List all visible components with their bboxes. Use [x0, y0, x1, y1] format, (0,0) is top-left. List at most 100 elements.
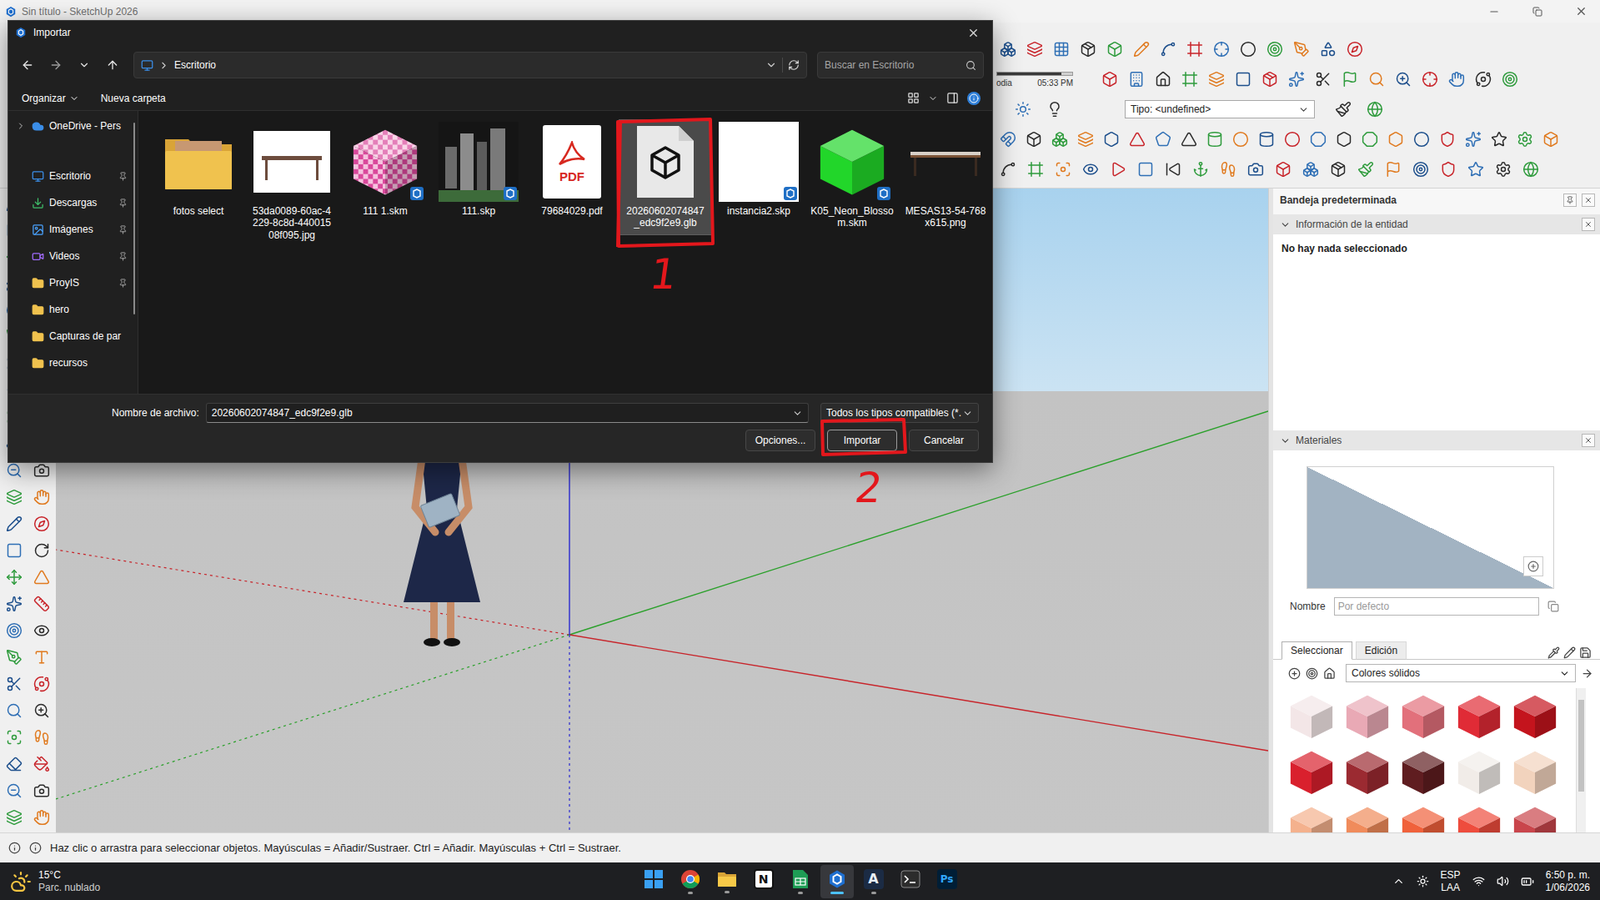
tool-button[interactable]	[1338, 67, 1362, 91]
tool-button[interactable]	[1464, 157, 1488, 181]
tool-button[interactable]	[1435, 127, 1460, 151]
filename-input[interactable]: 20260602074847_edc9f2e9.glb	[205, 402, 809, 423]
tool-button[interactable]	[1098, 67, 1122, 91]
tool-button[interactable]	[1204, 67, 1229, 91]
tool-button[interactable]	[1409, 157, 1433, 181]
tool-button[interactable]	[1049, 37, 1074, 61]
tool-button[interactable]	[996, 127, 1020, 151]
tool-button[interactable]	[1151, 127, 1175, 151]
taskbar-app[interactable]	[710, 864, 744, 898]
tool-button[interactable]	[1263, 37, 1287, 61]
file-tile[interactable]: 111 1.skm	[338, 119, 432, 223]
tool-button[interactable]	[1133, 157, 1158, 181]
duplicate-icon[interactable]	[1547, 600, 1560, 612]
tool-button[interactable]	[1299, 157, 1323, 181]
tool-button[interactable]	[1358, 127, 1382, 151]
tool-button[interactable]	[1203, 127, 1227, 151]
tool-button[interactable]	[1436, 157, 1460, 181]
tool-button[interactable]	[1381, 157, 1405, 181]
close-button[interactable]	[1561, 0, 1600, 23]
sidebar-scrollbar[interactable]	[130, 110, 138, 394]
tool-button[interactable]	[2, 618, 26, 643]
file-tile[interactable]: fotos select	[151, 119, 246, 223]
taskbar-app[interactable]	[893, 864, 928, 898]
tool-button[interactable]	[1461, 127, 1485, 151]
info-icon[interactable]	[29, 841, 42, 854]
tool-button[interactable]	[1236, 37, 1260, 61]
organize-button[interactable]: Organizar	[21, 92, 80, 105]
dialog-close-button[interactable]	[953, 21, 993, 45]
new-folder-button[interactable]: Nueva carpeta	[100, 92, 166, 105]
section-close-button[interactable]	[1581, 433, 1595, 447]
in-model-icon[interactable]	[1305, 667, 1319, 680]
tool-button[interactable]	[30, 591, 54, 616]
tool-button[interactable]	[1418, 67, 1442, 91]
file-tile[interactable]: PDF79684029.pdf	[525, 119, 619, 223]
swatch-scrollbar[interactable]	[1575, 687, 1586, 833]
preview-pane-icon[interactable]	[946, 91, 959, 105]
material-swatch[interactable]	[1339, 743, 1395, 800]
tool-button[interactable]	[1284, 67, 1309, 91]
file-tile[interactable]: MESAS13-54-768x615.png	[898, 119, 993, 236]
material-swatch[interactable]	[1339, 799, 1395, 833]
sidebar-item[interactable]: Capturas de par	[8, 322, 131, 350]
tool-button[interactable]	[2, 778, 26, 803]
material-swatch[interactable]	[1450, 799, 1507, 833]
tool-button[interactable]	[1254, 127, 1279, 151]
tool-button[interactable]	[1391, 67, 1415, 91]
tool-button[interactable]	[30, 778, 54, 803]
tool-button[interactable]	[1280, 127, 1305, 151]
tool-button[interactable]	[1124, 67, 1149, 91]
battery-icon[interactable]	[1520, 874, 1535, 888]
material-swatch[interactable]	[1506, 799, 1563, 833]
material-swatch[interactable]	[1506, 743, 1563, 800]
shadow-slider[interactable]	[996, 71, 1074, 76]
tool-button[interactable]	[1073, 127, 1098, 151]
tool-button[interactable]	[30, 485, 54, 509]
tool-button[interactable]	[996, 157, 1020, 181]
taskbar-app[interactable]: N	[747, 864, 781, 898]
tool-button[interactable]	[1271, 157, 1295, 181]
tool-button[interactable]	[1364, 67, 1389, 91]
material-swatch[interactable]	[1339, 687, 1395, 744]
tool-button[interactable]	[1125, 127, 1149, 151]
tool-button[interactable]	[1332, 127, 1356, 151]
taskbar-app[interactable]	[673, 864, 708, 898]
tool-button[interactable]	[2, 565, 26, 589]
tool-button[interactable]	[30, 645, 54, 669]
tool-button[interactable]	[1316, 37, 1340, 61]
material-swatch[interactable]	[1394, 799, 1451, 833]
tool-button[interactable]	[1161, 157, 1185, 181]
tool-button[interactable]	[1051, 157, 1075, 181]
save-icon[interactable]	[1579, 646, 1592, 659]
tool-button[interactable]	[1409, 127, 1434, 151]
scroll-thumb[interactable]	[1578, 699, 1585, 792]
chevron-down-icon[interactable]	[765, 59, 778, 71]
back-button[interactable]	[15, 52, 41, 78]
dialog-button[interactable]: Importar	[827, 429, 898, 452]
volume-icon[interactable]	[1496, 874, 1510, 888]
tool-button[interactable]	[2, 672, 26, 696]
address-bar[interactable]: Escritorio	[133, 51, 808, 79]
dialog-button[interactable]: Opciones...	[745, 429, 816, 452]
tool-button[interactable]	[1354, 157, 1378, 181]
tool-button[interactable]	[1129, 37, 1154, 61]
home-icon[interactable]	[1323, 667, 1336, 680]
tool-button[interactable]	[1103, 37, 1127, 61]
entity-info-header[interactable]: Información de la entidad	[1273, 214, 1600, 235]
tool-button[interactable]	[1513, 127, 1537, 151]
material-swatch[interactable]	[1283, 687, 1340, 744]
pencil-icon[interactable]	[1563, 646, 1576, 659]
sidebar-item[interactable]: ProyIS	[8, 269, 131, 296]
material-swatch[interactable]	[1450, 687, 1507, 744]
up-button[interactable]	[100, 52, 126, 78]
section-close-button[interactable]	[1581, 217, 1595, 231]
tool-button[interactable]	[996, 37, 1020, 61]
clock[interactable]: 6:50 p. m.1/06/2026	[1545, 868, 1590, 894]
tool-button[interactable]	[30, 698, 54, 723]
tool-button[interactable]	[1048, 127, 1072, 151]
view-icon[interactable]	[907, 91, 920, 105]
add-library-icon[interactable]	[1288, 667, 1301, 680]
taskbar-app[interactable]	[820, 864, 854, 898]
tool-button[interactable]	[1228, 127, 1253, 151]
